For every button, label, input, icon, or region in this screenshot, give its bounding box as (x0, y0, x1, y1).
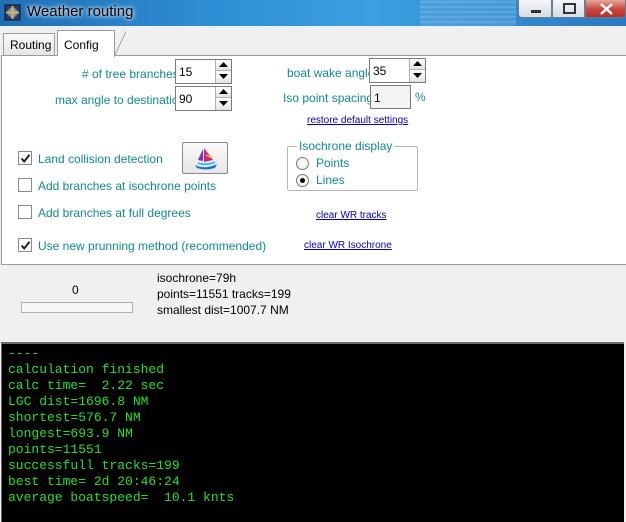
new-pruning-label: Use new prunning method (recommended) (38, 239, 267, 253)
tree-branches-value: 15 (179, 65, 193, 79)
smallest-dist-status: smallest dist=1007.7 NM (157, 303, 289, 317)
max-angle-label: max angle to destination: (55, 93, 189, 107)
max-angle-down-button[interactable] (216, 99, 231, 110)
tree-branches-arrows (215, 60, 231, 83)
points-radio[interactable] (296, 157, 309, 170)
iso-spacing-input[interactable]: 1 (370, 85, 411, 109)
add-branches-degrees-label: Add branches at full degrees (38, 206, 191, 220)
boat-wake-spinner[interactable]: 35 (369, 58, 426, 83)
boat-wake-down-button[interactable] (410, 71, 425, 82)
console-line: successfull tracks=199 (8, 458, 180, 473)
console-line: longest=693.9 NM (8, 426, 133, 441)
title-bar-background (420, 0, 516, 26)
boat-wake-arrows (409, 59, 425, 82)
land-collision-checkbox[interactable] (18, 151, 32, 165)
console-line: calculation finished (8, 362, 165, 377)
max-angle-spinner[interactable]: 90 (175, 86, 232, 111)
isochrone-display-group: Isochrone display Points Lines (287, 139, 418, 191)
max-angle-value: 90 (179, 92, 193, 106)
clear-wr-tracks-link[interactable]: clear WR tracks (316, 210, 387, 221)
app-icon (4, 4, 21, 21)
add-branches-isochrone-label: Add branches at isochrone points (38, 179, 217, 193)
console-line: best time= 2d 20:46:24 (8, 474, 180, 489)
tree-branches-label: # of tree branches: (82, 67, 183, 81)
boat-wake-label: boat wake angle: (287, 66, 378, 80)
boat-wake-up-button[interactable] (410, 59, 425, 70)
progress-bar (21, 302, 133, 313)
iso-spacing-value: 1 (374, 91, 381, 105)
lines-radio[interactable] (296, 174, 309, 187)
arrow-down-icon (219, 74, 228, 79)
console-line: ---- (8, 346, 40, 361)
tab-config[interactable]: Config (57, 30, 126, 57)
arrow-up-icon (413, 61, 422, 66)
max-angle-arrows (215, 87, 231, 110)
tree-branches-spinner[interactable]: 15 (175, 59, 232, 84)
isochrone-display-legend: Isochrone display (297, 139, 395, 153)
console-line: calc time= 2.22 sec (8, 378, 165, 393)
title-bar: Weather routing (0, 0, 626, 26)
console-line: average boatspeed= 10.1 knts (8, 490, 235, 505)
restore-defaults-link[interactable]: restore default settings (307, 115, 408, 126)
land-collision-label: Land collision detection (38, 152, 163, 166)
arrow-down-icon (413, 73, 422, 78)
iso-spacing-label: Iso point spacing: (283, 91, 377, 105)
minimize-icon (531, 10, 541, 13)
close-button[interactable] (585, 0, 626, 18)
points-radio-label: Points (316, 156, 350, 170)
iso-spacing-unit: % (415, 90, 426, 104)
tab-routing[interactable]: Routing (3, 33, 55, 55)
tree-branches-down-button[interactable] (216, 72, 231, 83)
boat-icon-button[interactable] (182, 142, 228, 174)
sailboat-icon (195, 148, 217, 170)
radio-selected-dot (300, 178, 305, 183)
checkmark-icon (20, 154, 31, 164)
console-line: LGC dist=1696.8 NM (8, 394, 149, 409)
clear-wr-isochrone-link[interactable]: clear WR Isochrone (304, 240, 392, 251)
points-tracks-status: points=11551 tracks=199 (157, 287, 291, 301)
close-icon (600, 3, 613, 15)
lines-radio-label: Lines (316, 173, 345, 187)
window-title: Weather routing (27, 3, 134, 20)
max-angle-up-button[interactable] (216, 87, 231, 98)
progress-counter: 0 (72, 283, 79, 297)
arrow-down-icon (219, 101, 228, 106)
isochrone-status: isochrone=79h (157, 271, 237, 285)
console-line: points=11551 (8, 442, 102, 457)
maximize-icon (563, 3, 576, 14)
arrow-up-icon (219, 89, 228, 94)
checkmark-icon (20, 241, 31, 251)
add-branches-degrees-checkbox[interactable] (18, 205, 32, 219)
minimize-button[interactable] (518, 0, 552, 18)
new-pruning-checkbox[interactable] (18, 238, 32, 252)
output-console: ---- calculation finished calc time= 2.2… (1, 342, 624, 522)
maximize-button[interactable] (552, 0, 585, 18)
tree-branches-up-button[interactable] (216, 60, 231, 71)
config-panel: # of tree branches: 15 max angle to dest… (1, 55, 626, 265)
console-line: shortest=576.7 NM (8, 410, 141, 425)
add-branches-isochrone-checkbox[interactable] (18, 178, 32, 192)
arrow-up-icon (219, 62, 228, 67)
boat-wake-value: 35 (373, 64, 387, 78)
